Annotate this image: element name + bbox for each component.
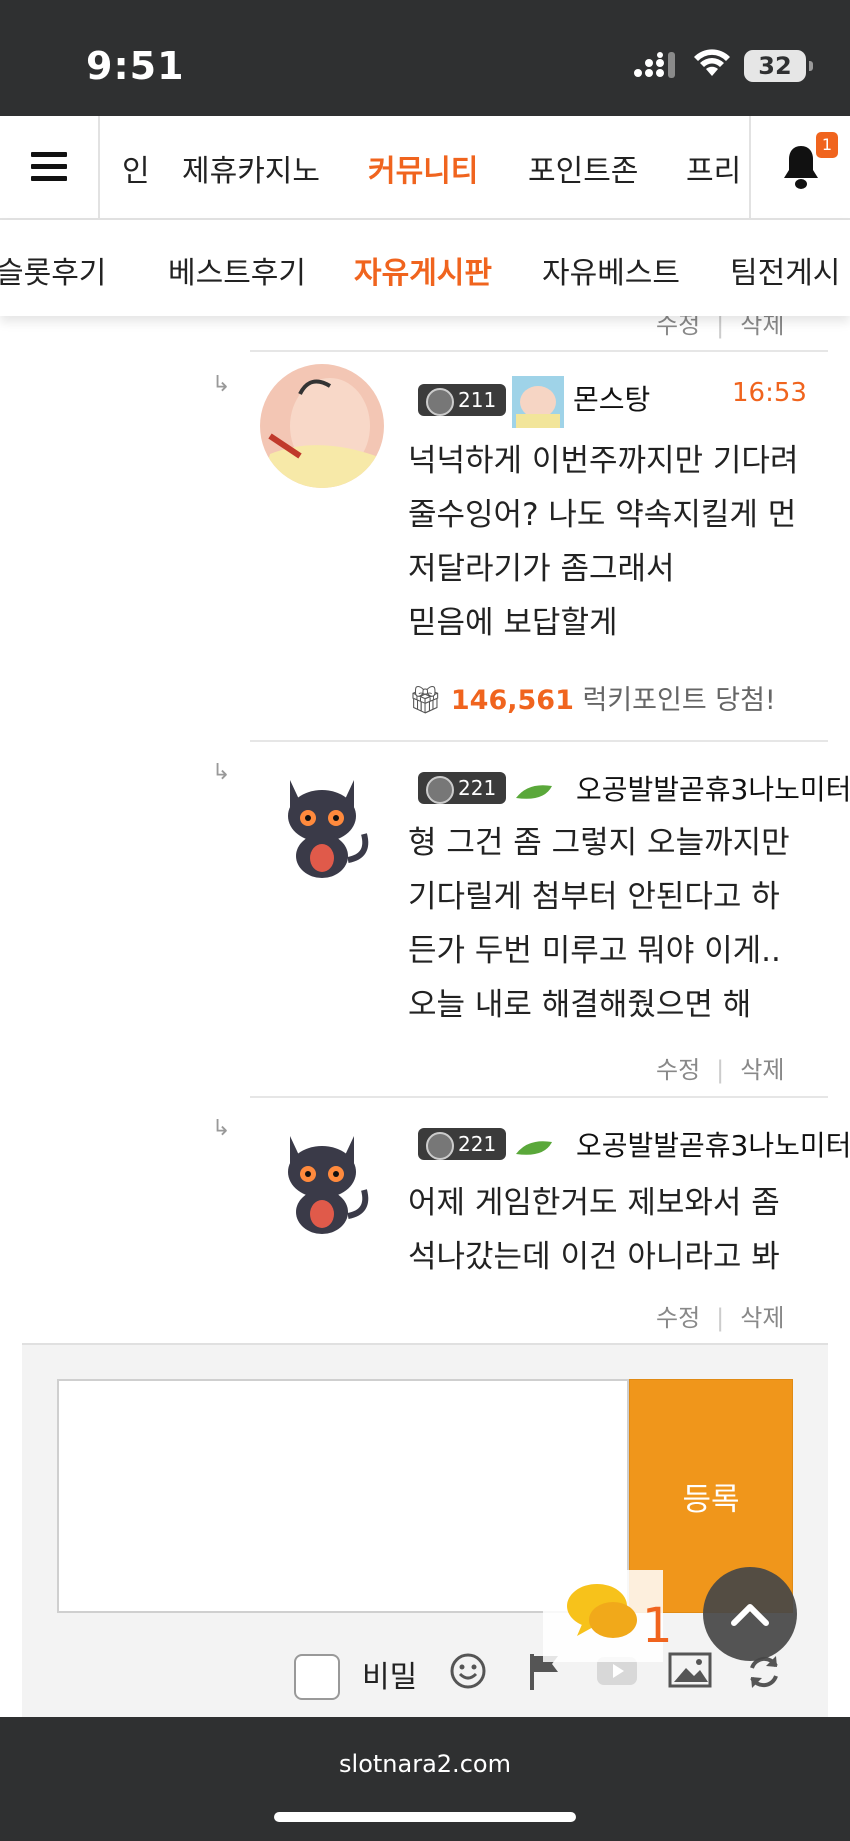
level-badge: 221	[418, 1128, 506, 1160]
notification-button[interactable]	[749, 116, 850, 218]
comment-line: 석나갔는데 이건 아니라고 봐	[408, 1239, 780, 1275]
comment-body: 어제 게임한거도 제보와서 좀 석나갔는데 이건 아니라고 봐	[408, 1176, 780, 1284]
comment-item: 211 몬스탕 16:53 넉넉하게 이번주까지만 기다려 줄수잉어? 나도 약…	[250, 350, 828, 740]
main-nav-tabs: 인 제휴카지노 커뮤니티 포인트존 프리	[100, 116, 749, 218]
menu-button[interactable]	[0, 116, 100, 218]
leaf-icon	[516, 785, 552, 799]
leaf-icon	[516, 1141, 552, 1155]
comment-line: 줄수잉어? 나도 약속지킬게 먼	[408, 497, 797, 533]
delete-link[interactable]: 삭제	[740, 1304, 784, 1332]
tab-best-review[interactable]: 베스트후기	[168, 248, 306, 292]
comment-line: 든가 두번 미루고 뭐야 이게..	[408, 933, 781, 969]
tab-partial-left[interactable]: 인	[122, 146, 150, 190]
chat-count: 1	[642, 1598, 673, 1654]
sub-nav: 슬롯후기 베스트후기 자유게시판 자유베스트 팀전게시	[0, 220, 850, 316]
comment-body: 형 그건 좀 그렇지 오늘까지만 기다릴게 첨부터 안된다고 하 든가 두번 미…	[408, 816, 790, 1032]
wifi-icon	[694, 49, 730, 76]
tab-point-zone[interactable]: 포인트존	[528, 146, 638, 190]
tab-free-best[interactable]: 자유베스트	[542, 248, 680, 292]
author-name[interactable]: 오공발발곧휴3나노미터	[576, 1124, 850, 1164]
comment-body: 넉넉하게 이번주까지만 기다려 줄수잉어? 나도 약속지킬게 먼 저달라기가 좀…	[408, 434, 798, 650]
bell-icon	[784, 146, 818, 189]
battery-indicator: 32	[744, 50, 813, 82]
comment-item: 221 오공발발곧휴3나노미터 어제 게임한거도 제보와서 좀 석나갔는데 이건…	[250, 1096, 850, 1343]
comment-actions: 수정 | 삭제	[656, 1304, 785, 1332]
secret-checkbox[interactable]	[294, 1654, 340, 1700]
tab-free-board[interactable]: 자유게시판	[354, 248, 492, 292]
secret-label: 비밀	[362, 1660, 418, 1695]
author-name[interactable]: 몬스탕	[573, 378, 650, 418]
cellular-signal-icon	[634, 52, 675, 78]
avatar-image	[260, 1116, 384, 1240]
prize-amount: 146,561	[450, 685, 574, 716]
tab-free[interactable]: 프리	[686, 146, 741, 190]
comment-time: 16:53	[732, 378, 807, 408]
author-icon	[512, 376, 564, 428]
scroll-top-button[interactable]	[703, 1567, 797, 1661]
delete-link[interactable]: 삭제	[740, 1056, 784, 1084]
comment-line: 형 그건 좀 그렇지 오늘까지만	[408, 825, 790, 861]
lucky-point-prize: 🎁︎ 146,561 럭키포인트 당첨!	[408, 678, 776, 717]
prize-text: 럭키포인트 당첨!	[582, 685, 776, 716]
edit-link[interactable]: 수정	[656, 1304, 700, 1332]
author-name[interactable]: 오공발발곧휴3나노미터	[576, 768, 850, 808]
reply-arrow-icon: ↳	[212, 372, 231, 397]
url-bar[interactable]: slotnara2.com	[0, 1750, 850, 1778]
comment-line: 어제 게임한거도 제보와서 좀	[408, 1185, 780, 1221]
browser-bottom-bar	[0, 1717, 850, 1841]
comment-item: 221 오공발발곧휴3나노미터 형 그건 좀 그렇지 오늘까지만 기다릴게 첨부…	[250, 740, 850, 1096]
emoji-icon[interactable]	[449, 1652, 487, 1690]
level-badge: 211	[418, 384, 506, 416]
avatar[interactable]	[260, 364, 384, 488]
gift-icon: 🎁︎	[408, 685, 443, 716]
status-bar: 9:51 32	[0, 0, 850, 116]
edit-link[interactable]: 수정	[656, 1056, 700, 1084]
tab-community[interactable]: 커뮤니티	[368, 146, 478, 190]
hamburger-icon	[31, 152, 67, 182]
comment-line: 저달라기가 좀그래서	[408, 551, 675, 587]
comment-line: 오늘 내로 해결해줬으면 해	[408, 987, 752, 1023]
comment-line: 믿음에 보답할게	[408, 605, 618, 641]
avatar-image	[260, 760, 384, 884]
status-time: 9:51	[86, 44, 185, 88]
image-icon[interactable]	[668, 1652, 712, 1688]
comment-line: 넉넉하게 이번주까지만 기다려	[408, 443, 799, 479]
notification-badge: 1	[816, 132, 838, 158]
tab-slot-review[interactable]: 슬롯후기	[0, 248, 106, 292]
avatar[interactable]	[260, 760, 384, 884]
tab-team-board[interactable]: 팀전게시	[730, 248, 840, 292]
reply-arrow-icon: ↳	[212, 760, 231, 785]
home-indicator[interactable]	[274, 1812, 576, 1822]
reply-arrow-icon: ↳	[212, 1116, 231, 1141]
chevron-up-icon	[731, 1604, 769, 1626]
comment-line: 기다릴게 첨부터 안된다고 하	[408, 879, 780, 915]
avatar-image	[260, 364, 384, 488]
level-badge: 221	[418, 772, 506, 804]
tab-partner-casino[interactable]: 제휴카지노	[182, 146, 320, 190]
comment-actions: 수정 | 삭제	[656, 1056, 785, 1084]
main-nav: 인 제휴카지노 커뮤니티 포인트존 프리	[0, 116, 850, 220]
avatar[interactable]	[260, 1116, 384, 1240]
